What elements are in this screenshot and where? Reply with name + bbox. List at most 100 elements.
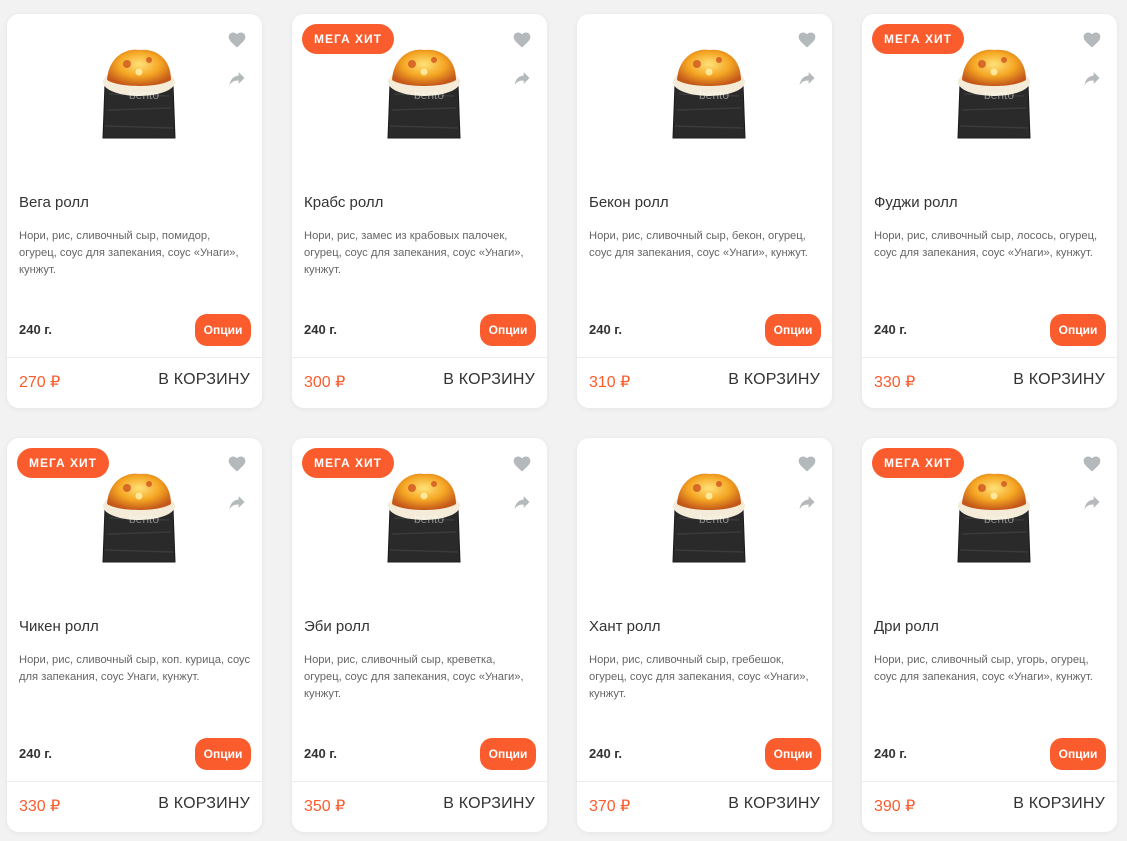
heart-icon[interactable] (512, 454, 532, 474)
product-title[interactable]: Чикен ролл (19, 618, 99, 635)
product-card: bento Вега ролл Нори, рис, сливочный сыр… (7, 14, 262, 408)
product-price: 270 ₽ (19, 374, 61, 391)
product-card: МЕГА ХИТ bento Дри ролл Нори, рис, сливо… (862, 438, 1117, 832)
product-image[interactable]: bento (99, 468, 179, 568)
product-description: Нори, рис, сливочный сыр, лосось, огурец… (874, 230, 1098, 259)
product-image[interactable]: bento (384, 468, 464, 568)
product-description: Нори, рис, сливочный сыр, бекон, огурец,… (589, 230, 808, 259)
watermark: bento (699, 88, 730, 102)
options-button[interactable]: Опции (765, 738, 821, 770)
product-weight: 240 г. (19, 746, 53, 761)
add-to-cart-button[interactable]: В КОРЗИНУ (1013, 371, 1105, 389)
product-card: МЕГА ХИТ bento Фуджи ролл Нори, рис, сли… (862, 14, 1117, 408)
options-button[interactable]: Опции (480, 314, 536, 346)
product-title[interactable]: Бекон ролл (589, 194, 669, 211)
product-weight: 240 г. (304, 746, 338, 761)
add-to-cart-button[interactable]: В КОРЗИНУ (1013, 795, 1105, 813)
watermark: bento (414, 512, 445, 526)
options-button[interactable]: Опции (1050, 314, 1106, 346)
add-to-cart-button[interactable]: В КОРЗИНУ (443, 371, 535, 389)
product-weight: 240 г. (304, 322, 338, 337)
watermark: bento (984, 88, 1015, 102)
watermark: bento (699, 512, 730, 526)
product-card: bento Хант ролл Нори, рис, сливочный сыр… (577, 438, 832, 832)
watermark: bento (129, 88, 160, 102)
product-price: 310 ₽ (589, 374, 631, 391)
options-button[interactable]: Опции (1050, 738, 1106, 770)
options-button[interactable]: Опции (195, 314, 251, 346)
product-description: Нори, рис, сливочный сыр, креветка, огур… (304, 654, 524, 700)
product-title[interactable]: Крабс ролл (304, 194, 383, 211)
share-icon[interactable] (1082, 492, 1102, 512)
mega-hit-badge: МЕГА ХИТ (17, 448, 110, 478)
add-to-cart-button[interactable]: В КОРЗИНУ (728, 371, 820, 389)
heart-icon[interactable] (227, 30, 247, 50)
share-icon[interactable] (512, 492, 532, 512)
product-card: bento Бекон ролл Нори, рис, сливочный сы… (577, 14, 832, 408)
divider (292, 357, 547, 358)
product-weight: 240 г. (874, 322, 908, 337)
product-image[interactable]: bento (954, 468, 1034, 568)
heart-icon[interactable] (1082, 30, 1102, 50)
mega-hit-badge: МЕГА ХИТ (302, 24, 395, 54)
heart-icon[interactable] (797, 454, 817, 474)
add-to-cart-button[interactable]: В КОРЗИНУ (158, 795, 250, 813)
heart-icon[interactable] (797, 30, 817, 50)
watermark: bento (984, 512, 1015, 526)
product-image[interactable]: bento (669, 468, 749, 568)
mega-hit-badge: МЕГА ХИТ (872, 24, 965, 54)
options-button[interactable]: Опции (480, 738, 536, 770)
product-title[interactable]: Вега ролл (19, 194, 89, 211)
product-price: 390 ₽ (874, 798, 916, 815)
share-icon[interactable] (1082, 68, 1102, 88)
divider (7, 781, 262, 782)
watermark: bento (414, 88, 445, 102)
product-title[interactable]: Дри ролл (874, 618, 939, 635)
divider (862, 357, 1117, 358)
product-description: Нори, рис, сливочный сыр, помидор, огуре… (19, 230, 239, 276)
product-price: 350 ₽ (304, 798, 346, 815)
options-button[interactable]: Опции (765, 314, 821, 346)
divider (577, 357, 832, 358)
divider (577, 781, 832, 782)
add-to-cart-button[interactable]: В КОРЗИНУ (728, 795, 820, 813)
product-description: Нори, рис, замес из крабовых палочек, ог… (304, 230, 524, 276)
product-weight: 240 г. (19, 322, 53, 337)
product-image[interactable]: bento (384, 44, 464, 144)
product-description: Нори, рис, сливочный сыр, коп. курица, с… (19, 654, 251, 683)
share-icon[interactable] (797, 68, 817, 88)
product-weight: 240 г. (874, 746, 908, 761)
heart-icon[interactable] (512, 30, 532, 50)
product-card: МЕГА ХИТ bento Чикен ролл Нори, рис, сли… (7, 438, 262, 832)
product-description: Нори, рис, сливочный сыр, гребешок, огур… (589, 654, 809, 700)
heart-icon[interactable] (1082, 454, 1102, 474)
heart-icon[interactable] (227, 454, 247, 474)
product-card: МЕГА ХИТ bento Крабс ролл Нори, рис, зам… (292, 14, 547, 408)
product-price: 330 ₽ (874, 374, 916, 391)
product-description: Нори, рис, сливочный сыр, угорь, огурец,… (874, 654, 1093, 683)
divider (292, 781, 547, 782)
product-price: 330 ₽ (19, 798, 61, 815)
product-image[interactable]: bento (669, 44, 749, 144)
share-icon[interactable] (227, 68, 247, 88)
share-icon[interactable] (227, 492, 247, 512)
share-icon[interactable] (512, 68, 532, 88)
product-weight: 240 г. (589, 746, 623, 761)
add-to-cart-button[interactable]: В КОРЗИНУ (443, 795, 535, 813)
mega-hit-badge: МЕГА ХИТ (302, 448, 395, 478)
product-title[interactable]: Эби ролл (304, 618, 370, 635)
add-to-cart-button[interactable]: В КОРЗИНУ (158, 371, 250, 389)
watermark: bento (129, 512, 160, 526)
mega-hit-badge: МЕГА ХИТ (872, 448, 965, 478)
product-title[interactable]: Фуджи ролл (874, 194, 958, 211)
product-image[interactable]: bento (99, 44, 179, 144)
product-price: 300 ₽ (304, 374, 346, 391)
product-grid: bento Вега ролл Нори, рис, сливочный сыр… (0, 0, 1127, 841)
product-title[interactable]: Хант ролл (589, 618, 661, 635)
product-price: 370 ₽ (589, 798, 631, 815)
product-card: МЕГА ХИТ bento Эби ролл Нори, рис, сливо… (292, 438, 547, 832)
divider (862, 781, 1117, 782)
options-button[interactable]: Опции (195, 738, 251, 770)
product-image[interactable]: bento (954, 44, 1034, 144)
share-icon[interactable] (797, 492, 817, 512)
